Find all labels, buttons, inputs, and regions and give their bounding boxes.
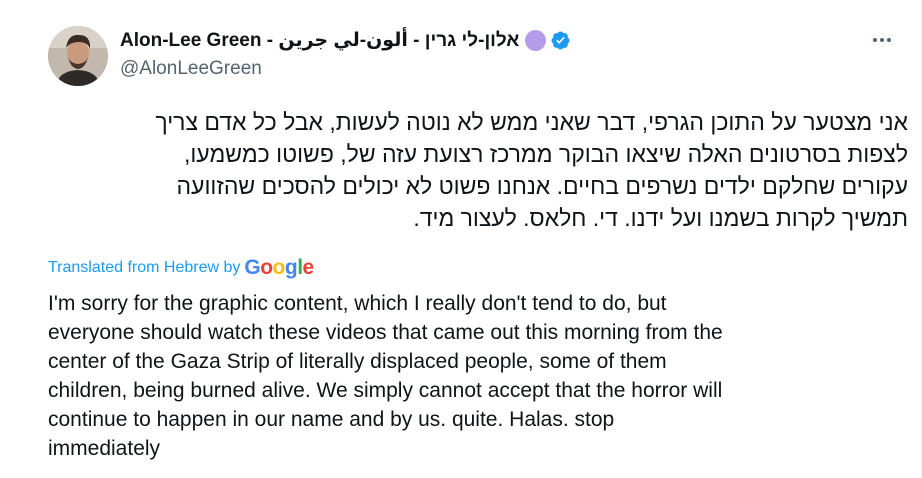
- hebrew-line: עקורים שחלקם ילדים נשרפים בחיים. אנחנו פ…: [176, 173, 908, 199]
- google-letter: G: [244, 256, 261, 279]
- tweet-text-hebrew: אני מצטער על התוכן הגרפי, דבר שאני ממש ל…: [48, 106, 908, 234]
- english-line: continue to happen in our name and by us…: [48, 408, 615, 431]
- google-letter: o: [272, 256, 286, 279]
- hebrew-line: תמשיך לקרות בשמנו ועל ידנו. די. חלאס. לע…: [413, 205, 908, 231]
- english-line: center of the Gaza Strip of literally di…: [48, 350, 667, 373]
- more-icon[interactable]: [868, 26, 896, 54]
- more-dots-icon: [873, 38, 891, 42]
- google-letter: g: [284, 256, 298, 279]
- english-line: everyone should watch these videos that …: [48, 321, 723, 344]
- english-line: children, being burned alive. We simply …: [48, 379, 723, 402]
- translation-attribution[interactable]: Translated from Hebrew by Google: [48, 255, 314, 281]
- hebrew-line: לצפות בסרטונים האלה שיצאו הבוקר ממרכז רצ…: [183, 141, 908, 167]
- google-letter: e: [302, 256, 315, 279]
- verified-badge-icon[interactable]: [550, 30, 571, 51]
- avatar[interactable]: [48, 26, 108, 86]
- purple-circle-emoji: [525, 29, 547, 51]
- english-line: immediately: [48, 437, 161, 460]
- google-logo: Google: [244, 256, 315, 280]
- avatar-image: [48, 26, 108, 86]
- user-handle[interactable]: @AlonLeeGreen: [120, 58, 262, 80]
- tweet-text-translated: I'm sorry for the graphic content, which…: [48, 289, 908, 463]
- display-name[interactable]: Alon-Lee Green - אלון-לי גרין - ألون-لي …: [120, 29, 519, 52]
- name-row: Alon-Lee Green - אלון-לי גרין - ألون-لي …: [120, 28, 571, 52]
- tweet-header: Alon-Lee Green - אלון-לי גרין - ألون-لي …: [48, 26, 908, 86]
- english-line: I'm sorry for the graphic content, which…: [48, 292, 667, 315]
- hebrew-line: אני מצטער על התוכן הגרפי, דבר שאני ממש ל…: [155, 109, 908, 135]
- translation-label: Translated from Hebrew by: [48, 259, 241, 276]
- google-letter: o: [260, 256, 273, 279]
